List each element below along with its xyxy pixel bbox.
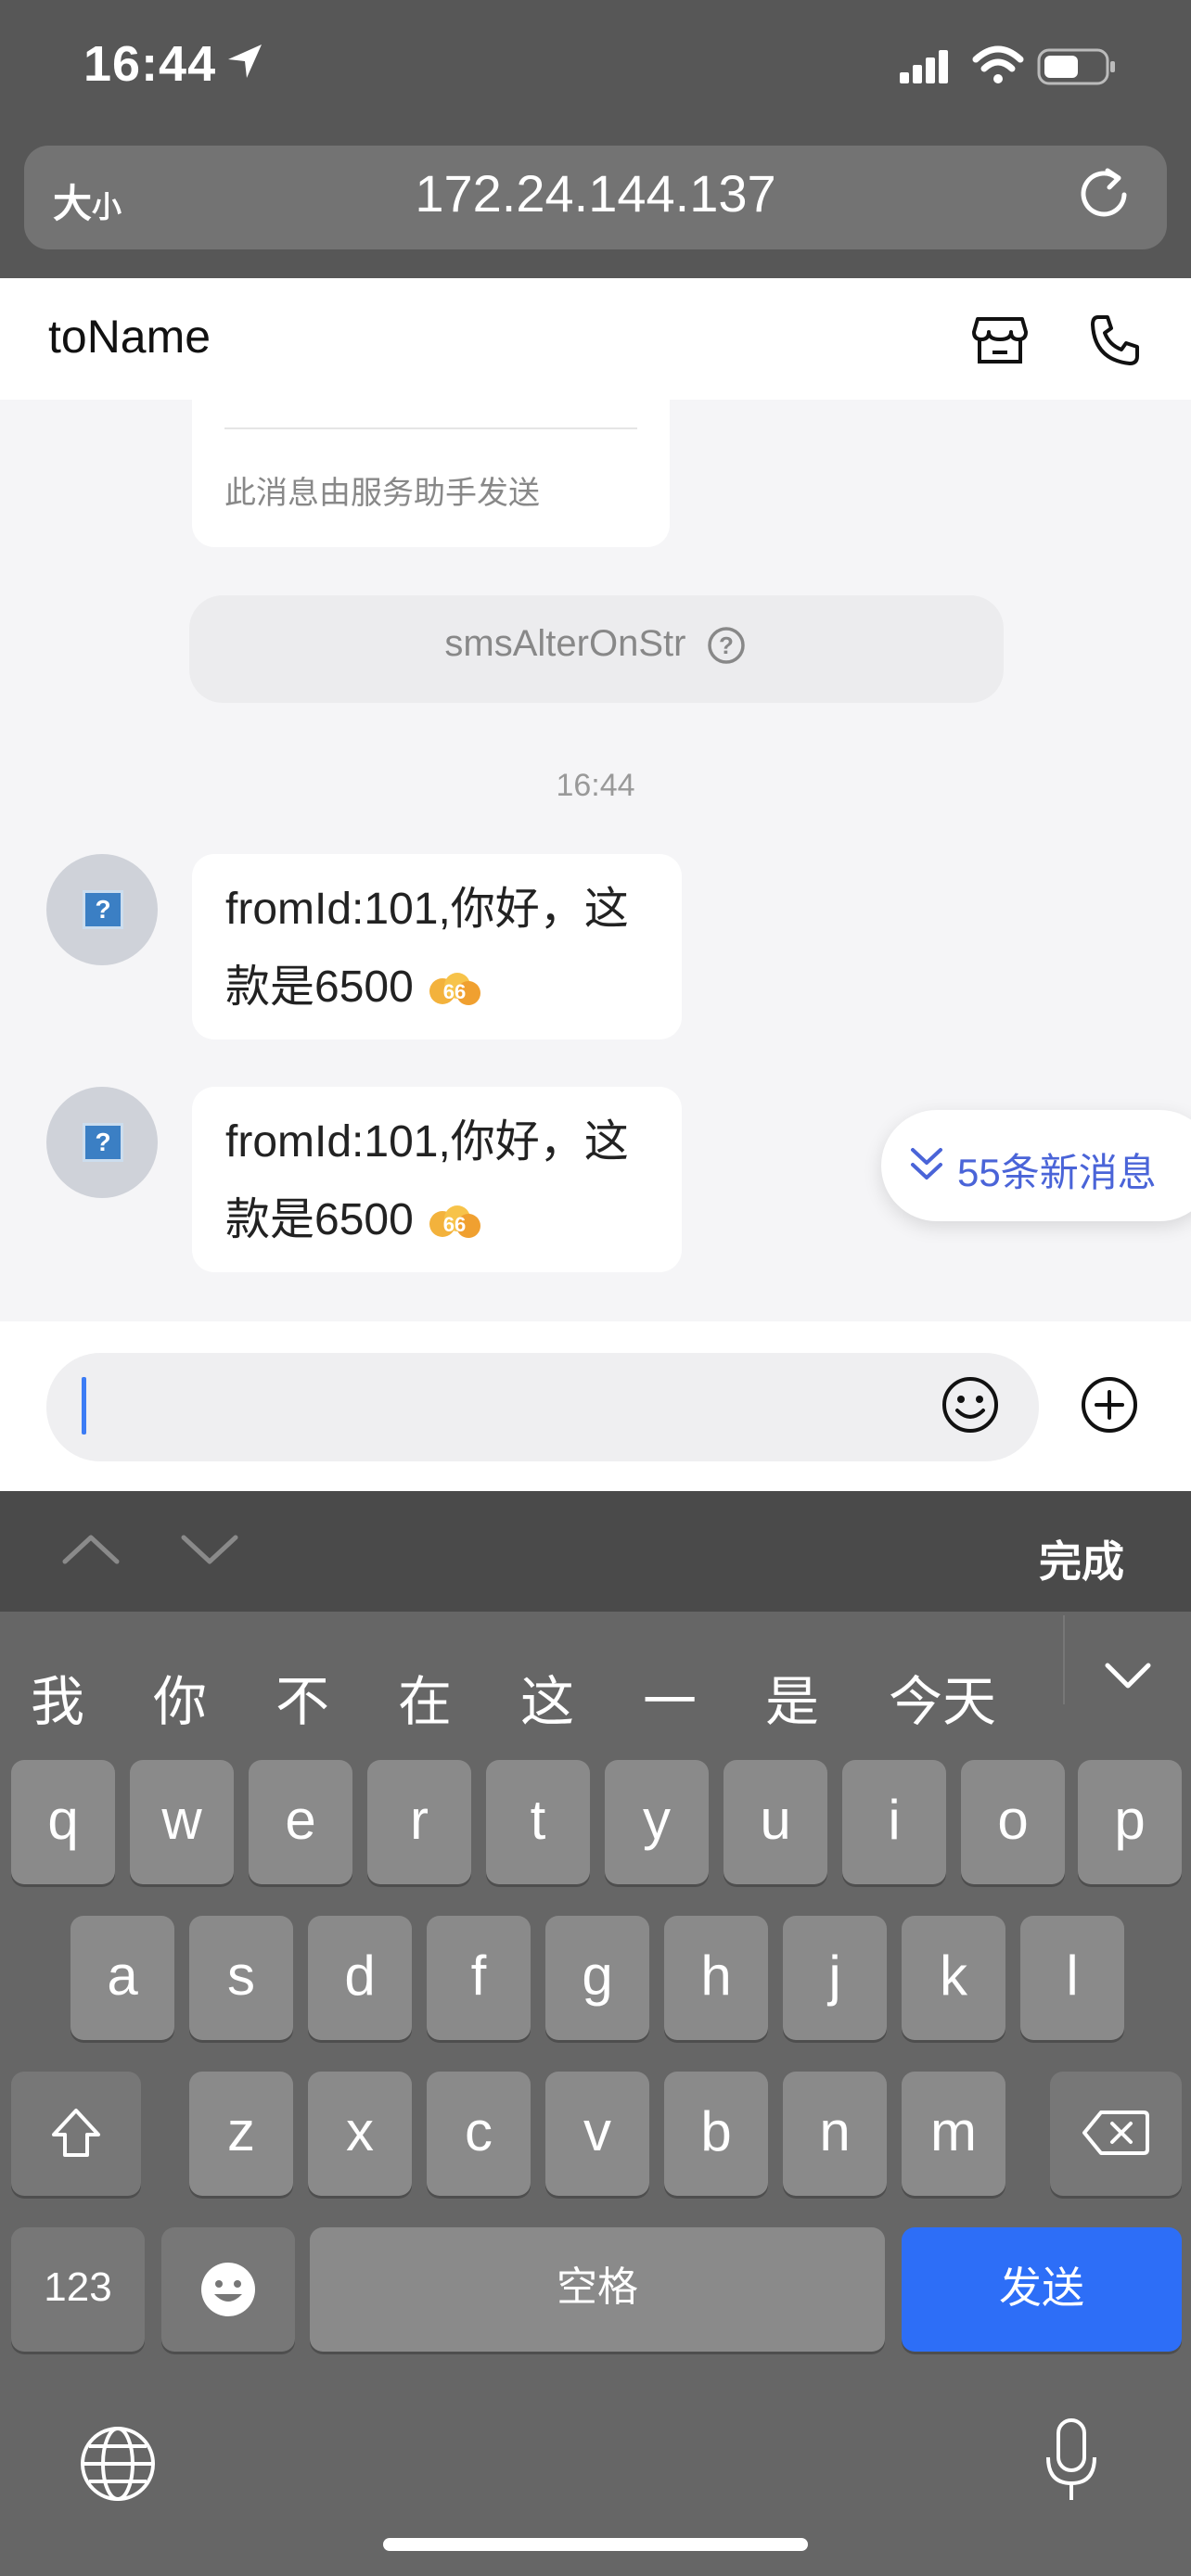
key-i[interactable]: i: [842, 1760, 946, 1884]
candidate-word[interactable]: 不: [275, 1658, 329, 1736]
numbers-key[interactable]: 123: [11, 2227, 145, 2352]
keyboard-accessory-bar: [0, 1491, 1191, 1612]
divider: [1063, 1615, 1065, 1704]
location-arrow-icon: [228, 45, 262, 78]
space-key[interactable]: 空格: [310, 2227, 885, 2352]
key-t[interactable]: t: [486, 1760, 590, 1884]
message-line-text: 款是6500: [225, 1195, 414, 1244]
emoji-666-icon: 66: [429, 973, 481, 1006]
key-f[interactable]: f: [427, 1916, 531, 2040]
candidate-word[interactable]: 在: [398, 1658, 452, 1736]
key-a[interactable]: a: [70, 1916, 174, 2040]
emoji-face-icon[interactable]: [941, 1375, 1000, 1435]
key-j[interactable]: j: [783, 1916, 887, 2040]
message-line-text: 款是6500: [225, 963, 414, 1012]
key-p[interactable]: p: [1078, 1760, 1182, 1884]
message-line: fromId:101,你好，这: [225, 885, 629, 934]
key-y[interactable]: y: [605, 1760, 709, 1884]
candidate-word[interactable]: 我: [31, 1658, 84, 1736]
svg-text:66: 66: [443, 980, 466, 1003]
candidate-word[interactable]: 这: [520, 1658, 574, 1736]
message-text: fromId:101,你好，这 款是6500 66: [225, 1103, 671, 1259]
key-m[interactable]: m: [902, 2072, 1005, 2196]
key-c[interactable]: c: [427, 2072, 531, 2196]
candidate-word[interactable]: 你: [153, 1658, 207, 1736]
broken-image-icon: ?: [83, 890, 123, 929]
wifi-icon: [972, 45, 1024, 83]
key-e[interactable]: e: [249, 1760, 352, 1884]
globe-icon[interactable]: [78, 2424, 158, 2504]
send-key[interactable]: 发送: [902, 2227, 1182, 2352]
help-icon[interactable]: ?: [706, 625, 747, 666]
home-indicator[interactable]: [383, 2538, 808, 2551]
broken-image-icon: ?: [83, 1123, 123, 1162]
double-chevron-down-icon: [911, 1148, 942, 1180]
key-x[interactable]: x: [308, 2072, 412, 2196]
message-line: 款是6500 66: [225, 949, 671, 1027]
emoji-key[interactable]: [161, 2227, 295, 2352]
emoji-icon: [201, 2263, 255, 2316]
chevron-down-icon[interactable]: [180, 1532, 239, 1569]
backspace-icon: [1082, 2111, 1149, 2155]
signal-icon: [900, 50, 948, 83]
notice-label: smsAlterOnStr: [444, 623, 686, 664]
system-card-text: 此消息由服务助手发送: [224, 476, 540, 511]
text-caret: [82, 1377, 86, 1435]
divider: [224, 427, 637, 429]
emoji-666-icon: 66: [429, 1205, 481, 1239]
svg-text:66: 66: [443, 1213, 466, 1236]
system-card: [192, 352, 670, 547]
key-b[interactable]: b: [664, 2072, 768, 2196]
expand-candidates-icon[interactable]: [1104, 1660, 1152, 1693]
key-v[interactable]: v: [545, 2072, 649, 2196]
notice-text: smsAlterOnStr ?: [0, 623, 1191, 666]
page-title: toName: [48, 311, 211, 363]
new-messages-label: 55条新消息: [957, 1151, 1157, 1194]
message-text: fromId:101,你好，这 款是6500 66: [225, 871, 671, 1027]
key-h[interactable]: h: [664, 1916, 768, 2040]
battery-icon: [1037, 48, 1115, 85]
shift-key[interactable]: [11, 2072, 141, 2196]
key-n[interactable]: n: [783, 2072, 887, 2196]
key-s[interactable]: s: [189, 1916, 293, 2040]
svg-text:?: ?: [719, 631, 734, 659]
done-button[interactable]: 完成: [1039, 1528, 1124, 1589]
status-time: 16:44: [83, 36, 217, 92]
shop-icon[interactable]: [972, 312, 1028, 367]
phone-icon[interactable]: [1087, 312, 1143, 367]
key-k[interactable]: k: [902, 1916, 1005, 2040]
candidate-word[interactable]: 今天: [889, 1658, 996, 1736]
key-q[interactable]: q: [11, 1760, 115, 1884]
key-w[interactable]: w: [130, 1760, 234, 1884]
key-z[interactable]: z: [189, 2072, 293, 2196]
url-text[interactable]: 172.24.144.137: [0, 163, 1191, 223]
add-icon[interactable]: [1080, 1375, 1139, 1435]
message-line: 款是6500 66: [225, 1181, 671, 1259]
chevron-up-icon[interactable]: [61, 1530, 121, 1567]
shift-icon: [52, 2109, 100, 2157]
key-d[interactable]: d: [308, 1916, 412, 2040]
key-r[interactable]: r: [367, 1760, 471, 1884]
candidate-word[interactable]: 一: [643, 1658, 697, 1736]
reload-icon[interactable]: [1076, 165, 1132, 221]
key-l[interactable]: l: [1020, 1916, 1124, 2040]
key-u[interactable]: u: [724, 1760, 827, 1884]
message-input[interactable]: [46, 1353, 1039, 1461]
key-o[interactable]: o: [961, 1760, 1065, 1884]
microphone-icon[interactable]: [1043, 2417, 1100, 2506]
key-g[interactable]: g: [545, 1916, 649, 2040]
message-line: fromId:101,你好，这: [225, 1117, 629, 1167]
message-timestamp: 16:44: [556, 768, 635, 803]
candidate-word[interactable]: 是: [765, 1658, 819, 1736]
backspace-key[interactable]: [1050, 2072, 1182, 2196]
